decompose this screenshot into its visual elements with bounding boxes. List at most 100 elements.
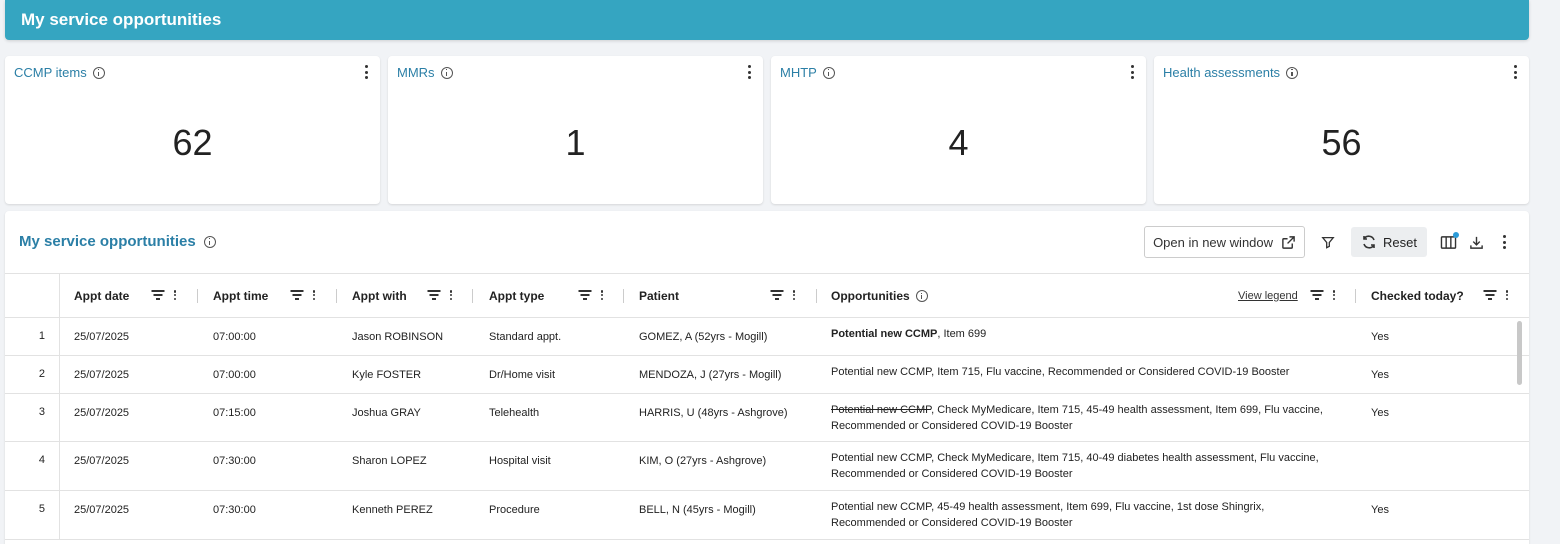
table-row[interactable]: 1 25/07/2025 07:00:00 Jason ROBINSON Sta… [5,318,1529,356]
info-icon[interactable] [440,66,453,79]
column-filter-icon[interactable] [427,289,441,301]
opportunity-rest: , Item 715, Flu vaccine, Recommended or … [931,366,1290,378]
cell-appt-with: Kyle FOSTER [352,369,422,381]
filter-icon[interactable] [1317,231,1339,253]
card-value: 4 [948,122,969,163]
column-menu-icon[interactable] [1332,289,1336,301]
column-filter-icon[interactable] [1310,289,1324,301]
opportunity-lead: Potential new CCMP [831,501,932,513]
table-row[interactable]: 3 25/07/2025 07:15:00 Joshua GRAY Telehe… [5,394,1529,442]
cell-opportunities: Potential new CCMP, Check MyMedicare, It… [831,450,1331,482]
cell-appt-type: Hospital visit [489,455,551,467]
table-row[interactable]: 4 25/07/2025 07:30:00 Sharon LOPEZ Hospi… [5,442,1529,491]
card-value: 62 [172,122,213,163]
card-title[interactable]: CCMP items [14,65,87,80]
row-number: 5 [38,503,45,515]
page-title: My service opportunities [21,10,222,29]
column-menu-icon[interactable] [1505,289,1509,301]
cell-appt-date: 25/07/2025 [74,504,130,516]
cell-appt-time: 07:00:00 [213,369,256,381]
cell-appt-type: Telehealth [489,407,540,419]
info-icon[interactable] [915,290,928,302]
column-header-appt-time[interactable]: Appt time [213,274,268,318]
external-link-icon [1282,235,1295,249]
cell-patient: GOMEZ, A (52yrs - Mogill) [639,331,768,343]
reset-label: Reset [1383,234,1417,250]
cell-appt-with: Kenneth PEREZ [352,504,433,516]
card-title[interactable]: Health assessments [1163,65,1280,80]
table-header: Appt date Appt time Appt with Appt type [5,274,1529,318]
info-icon[interactable] [92,66,105,79]
opportunities-panel: My service opportunities Open in new win… [5,211,1529,544]
column-header-checked-today[interactable]: Checked today? [1371,274,1464,318]
opportunity-lead: Potential new CCMP [831,452,932,464]
column-filter-icon[interactable] [1483,289,1497,301]
cell-patient: KIM, O (27yrs - Ashgrove) [639,455,767,467]
card-title[interactable]: MMRs [397,65,435,80]
column-header-patient[interactable]: Patient [639,274,679,318]
column-menu-icon[interactable] [600,289,604,301]
more-options-icon[interactable] [1130,64,1134,80]
cell-appt-date: 25/07/2025 [74,369,130,381]
more-options-icon[interactable] [1493,231,1515,253]
info-icon[interactable] [822,66,835,79]
cell-appt-time: 07:00:00 [213,331,256,343]
column-menu-icon[interactable] [449,289,453,301]
card-value: 56 [1321,122,1362,163]
more-options-icon[interactable] [364,64,368,80]
cell-checked-today: Yes [1371,504,1389,516]
cell-appt-with: Joshua GRAY [352,407,421,419]
row-number: 3 [38,406,45,418]
table-row[interactable]: 2 25/07/2025 07:00:00 Kyle FOSTER Dr/Hom… [5,356,1529,394]
row-number: 1 [38,330,45,342]
column-filter-icon[interactable] [290,289,304,301]
cell-patient: BELL, N (45yrs - Mogill) [639,504,756,516]
table-row[interactable]: 5 25/07/2025 07:30:00 Kenneth PEREZ Proc… [5,491,1529,540]
opportunity-lead: Potential new CCMP [831,366,932,378]
card-mmrs: MMRs 1 [388,56,763,204]
column-menu-icon[interactable] [312,289,316,301]
reset-button[interactable]: Reset [1351,227,1427,257]
cell-appt-time: 07:30:00 [213,504,256,516]
column-menu-icon[interactable] [792,289,796,301]
more-options-icon[interactable] [747,64,751,80]
panel-toolbar: Open in new window Reset [1144,226,1515,258]
cell-patient: HARRIS, U (48yrs - Ashgrove) [639,407,788,419]
column-menu-icon[interactable] [173,289,177,301]
info-icon[interactable] [1286,66,1299,79]
card-health-assessments: Health assessments 56 [1154,56,1529,204]
card-value: 1 [565,122,586,163]
vertical-scrollbar[interactable] [1517,321,1522,385]
cell-appt-time: 07:30:00 [213,455,256,467]
page-header: My service opportunities [5,0,1529,40]
more-options-icon[interactable] [1513,64,1517,80]
cell-appt-date: 25/07/2025 [74,455,130,467]
column-header-opportunities[interactable]: Opportunities [831,289,910,303]
cell-checked-today: Yes [1371,331,1389,343]
card-mhtp: MHTP 4 [771,56,1146,204]
column-header-appt-type[interactable]: Appt type [489,274,544,318]
card-title[interactable]: MHTP [780,65,817,80]
panel-title: My service opportunities [19,233,196,250]
card-ccmp-items: CCMP items 62 [5,56,380,204]
info-icon[interactable] [203,235,216,248]
cell-appt-type: Procedure [489,504,540,516]
column-header-appt-with[interactable]: Appt with [352,274,407,318]
download-icon[interactable] [1465,231,1487,253]
column-filter-icon[interactable] [578,289,592,301]
columns-icon[interactable] [1437,231,1459,253]
cell-opportunities: Potential new CCMP, Item 699 [831,326,1331,342]
cell-opportunities: Potential new CCMP, Item 715, Flu vaccin… [831,364,1331,380]
cell-patient: MENDOZA, J (27yrs - Mogill) [639,369,782,381]
column-filter-icon[interactable] [151,289,165,301]
cell-appt-type: Dr/Home visit [489,369,556,381]
cell-appt-with: Sharon LOPEZ [352,455,427,467]
view-legend-link[interactable]: View legend [1238,290,1298,302]
column-filter-icon[interactable] [770,289,784,301]
cell-opportunities: Potential new CCMP, Check MyMedicare, It… [831,402,1331,434]
column-header-appt-date[interactable]: Appt date [74,274,129,318]
cell-appt-date: 25/07/2025 [74,331,130,343]
open-new-window-button[interactable]: Open in new window [1144,226,1306,258]
row-number: 2 [38,368,45,380]
cell-appt-with: Jason ROBINSON [352,331,444,343]
